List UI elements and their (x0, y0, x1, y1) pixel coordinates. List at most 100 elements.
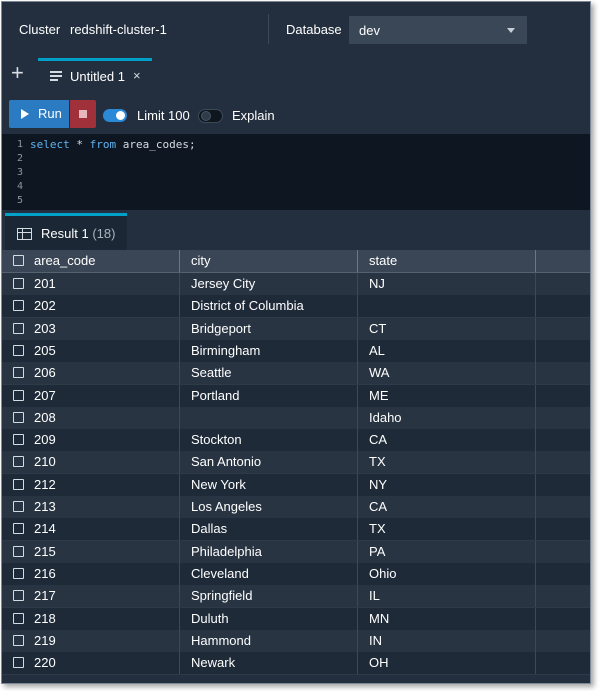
cell-city[interactable]: Birmingham (191, 340, 260, 362)
table-row[interactable]: 218 Duluth MN (2, 608, 590, 631)
cell-city[interactable]: Duluth (191, 608, 229, 630)
cell-city[interactable]: Philadelphia (191, 541, 262, 563)
table-row[interactable]: 206 Seattle WA (2, 362, 590, 385)
table-row[interactable]: 213 Los Angeles CA (2, 496, 590, 519)
cell-area-code[interactable]: 210 (34, 451, 56, 473)
table-row[interactable]: 208 Idaho (2, 407, 590, 430)
cell-city[interactable]: Jersey City (191, 273, 255, 295)
cell-area-code[interactable]: 218 (34, 608, 56, 630)
cell-city[interactable]: Seattle (191, 362, 231, 384)
cell-city[interactable]: Springfield (191, 585, 252, 607)
row-checkbox[interactable] (13, 523, 24, 534)
cluster-value[interactable]: redshift-cluster-1 (70, 22, 167, 37)
table-row[interactable]: 216 Cleveland Ohio (2, 563, 590, 586)
table-row[interactable]: 205 Birmingham AL (2, 340, 590, 363)
tab-untitled-1[interactable]: Untitled 1 × (38, 58, 152, 94)
cell-area-code[interactable]: 202 (34, 295, 56, 317)
cell-state[interactable]: OH (369, 652, 389, 674)
row-checkbox[interactable] (13, 613, 24, 624)
cell-city[interactable]: New York (191, 474, 246, 496)
cell-state[interactable]: ME (369, 385, 389, 407)
cell-city[interactable]: Hammond (191, 630, 251, 652)
table-row[interactable]: 203 Bridgeport CT (2, 318, 590, 341)
column-header-city[interactable]: city (191, 250, 211, 272)
cell-area-code[interactable]: 213 (34, 496, 56, 518)
row-checkbox[interactable] (13, 278, 24, 289)
row-checkbox[interactable] (13, 412, 24, 423)
run-button[interactable]: Run (9, 100, 69, 128)
table-row[interactable]: 207 Portland ME (2, 385, 590, 408)
cell-state[interactable]: PA (369, 541, 385, 563)
cell-state[interactable]: Ohio (369, 563, 396, 585)
limit-toggle[interactable] (103, 109, 127, 122)
cell-state[interactable]: TX (369, 451, 386, 473)
cell-state[interactable]: CA (369, 496, 387, 518)
cell-area-code[interactable]: 217 (34, 585, 56, 607)
table-row[interactable]: 201 Jersey City NJ (2, 273, 590, 296)
sql-query-line[interactable]: select * from area_codes; (30, 138, 196, 152)
cell-city[interactable]: District of Columbia (191, 295, 304, 317)
cell-state[interactable]: CT (369, 318, 386, 340)
cell-area-code[interactable]: 208 (34, 407, 56, 429)
column-header-area-code[interactable]: area_code (34, 250, 95, 272)
row-checkbox[interactable] (13, 590, 24, 601)
explain-toggle[interactable] (198, 109, 223, 123)
row-checkbox[interactable] (13, 300, 24, 311)
table-row[interactable]: 215 Philadelphia PA (2, 541, 590, 564)
cell-area-code[interactable]: 206 (34, 362, 56, 384)
database-select[interactable]: dev (349, 16, 527, 44)
row-checkbox[interactable] (13, 568, 24, 579)
tab-result-1[interactable]: Result 1 (18) (5, 213, 127, 250)
row-checkbox[interactable] (13, 367, 24, 378)
cell-city[interactable]: San Antonio (191, 451, 261, 473)
sql-editor[interactable]: 1 2 3 4 5 select * from area_codes; (2, 134, 590, 210)
cell-city[interactable]: Los Angeles (191, 496, 262, 518)
row-checkbox[interactable] (13, 345, 24, 356)
stop-button[interactable] (70, 100, 96, 128)
cell-state[interactable]: NJ (369, 273, 385, 295)
table-row[interactable]: 217 Springfield IL (2, 585, 590, 608)
table-row[interactable]: 212 New York NY (2, 474, 590, 497)
cell-area-code[interactable]: 207 (34, 385, 56, 407)
row-checkbox[interactable] (13, 456, 24, 467)
cell-state[interactable]: TX (369, 518, 386, 540)
cell-city[interactable]: Stockton (191, 429, 242, 451)
cell-state[interactable]: CA (369, 429, 387, 451)
cell-state[interactable]: NY (369, 474, 387, 496)
cell-city[interactable]: Dallas (191, 518, 227, 540)
cell-state[interactable]: Idaho (369, 407, 402, 429)
row-checkbox[interactable] (13, 546, 24, 557)
table-row[interactable]: 220 Newark OH (2, 652, 590, 675)
cell-area-code[interactable]: 214 (34, 518, 56, 540)
cell-state[interactable]: IL (369, 585, 380, 607)
table-row[interactable]: 209 Stockton CA (2, 429, 590, 452)
row-checkbox[interactable] (13, 657, 24, 668)
table-row[interactable]: 214 Dallas TX (2, 518, 590, 541)
cell-area-code[interactable]: 201 (34, 273, 56, 295)
table-row[interactable]: 210 San Antonio TX (2, 451, 590, 474)
new-tab-button[interactable]: + (11, 62, 24, 84)
cell-state[interactable]: AL (369, 340, 385, 362)
cell-city[interactable]: Newark (191, 652, 235, 674)
cell-area-code[interactable]: 203 (34, 318, 56, 340)
row-checkbox[interactable] (13, 390, 24, 401)
row-checkbox[interactable] (13, 479, 24, 490)
cell-area-code[interactable]: 209 (34, 429, 56, 451)
cell-city[interactable]: Portland (191, 385, 239, 407)
row-checkbox[interactable] (13, 501, 24, 512)
cell-city[interactable]: Bridgeport (191, 318, 251, 340)
row-checkbox[interactable] (13, 323, 24, 334)
close-tab-icon[interactable]: × (133, 68, 141, 83)
cell-state[interactable]: WA (369, 362, 389, 384)
row-checkbox[interactable] (13, 434, 24, 445)
column-header-state[interactable]: state (369, 250, 397, 272)
cell-area-code[interactable]: 215 (34, 541, 56, 563)
cell-city[interactable]: Cleveland (191, 563, 249, 585)
row-checkbox[interactable] (13, 635, 24, 646)
cell-area-code[interactable]: 212 (34, 474, 56, 496)
cell-state[interactable]: IN (369, 630, 382, 652)
cell-area-code[interactable]: 220 (34, 652, 56, 674)
table-row[interactable]: 219 Hammond IN (2, 630, 590, 653)
cell-state[interactable]: MN (369, 608, 389, 630)
cell-area-code[interactable]: 219 (34, 630, 56, 652)
